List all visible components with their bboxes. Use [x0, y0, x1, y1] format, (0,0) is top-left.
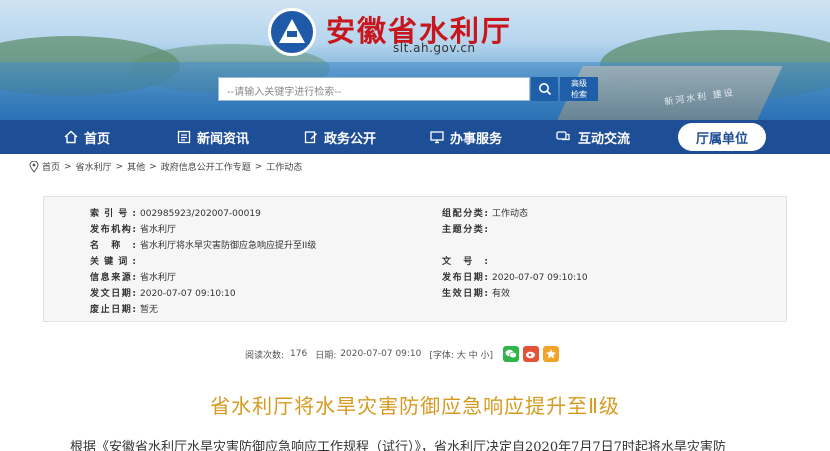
info-label: 发布机构: — [90, 225, 136, 235]
info-label: 生效日期: — [442, 289, 488, 299]
nav-item-label: 互动交流 — [578, 131, 631, 147]
info-label: 发布日期: — [442, 273, 488, 283]
monitor-icon — [430, 131, 444, 144]
info-row-category: 组配分类: 工作动态 — [442, 206, 528, 219]
nav-item-interaction[interactable]: 互动交流 — [556, 120, 630, 154]
info-label: 主题分类: — [442, 225, 488, 235]
nav-item-label: 新闻资讯 — [197, 131, 250, 147]
site-logo[interactable] — [268, 8, 316, 56]
breadcrumb-item-home[interactable]: 首页 — [42, 160, 60, 173]
search-icon — [538, 83, 551, 96]
weibo-icon — [526, 351, 536, 359]
info-row-keywords: 关键词: — [90, 254, 140, 267]
nav-item-gov-affairs[interactable]: 政务公开 — [304, 120, 376, 154]
views-label: 阅读次数: — [245, 350, 285, 361]
search-input[interactable]: --请输入关键字进行检索-- — [218, 77, 530, 101]
info-row-index-number: 索引号: 002985923/202007-00019 — [90, 206, 261, 219]
breadcrumb-item-current[interactable]: 工作动态 — [266, 160, 302, 173]
info-label: 文号: — [442, 257, 488, 267]
info-label: 关键词: — [90, 257, 136, 267]
breadcrumb-item[interactable]: 政府信息公开工作专题 — [161, 160, 251, 173]
edit-icon — [304, 131, 318, 144]
article-date: 2020-07-07 09:10 — [340, 349, 422, 359]
info-label: 名称: — [90, 241, 136, 251]
nav-item-label: 首页 — [84, 131, 111, 147]
info-value: 暂无 — [140, 305, 159, 315]
info-value: 有效 — [492, 289, 511, 299]
date-label: 日期: — [315, 350, 337, 361]
breadcrumb-separator: > — [254, 161, 263, 172]
info-value: 省水利厅 — [140, 225, 177, 235]
search-button[interactable] — [531, 77, 558, 101]
breadcrumb-separator: > — [64, 161, 72, 172]
breadcrumb-item[interactable]: 其他 — [127, 160, 145, 173]
nav-item-affiliated-units[interactable]: 厅属单位 — [678, 123, 766, 151]
wechat-share-button[interactable] — [503, 346, 520, 362]
info-value: 2020-07-07 09:10:10 — [140, 289, 236, 299]
nav-item-home[interactable]: 首页 — [64, 120, 110, 154]
breadcrumb: 首页 > 省水利厅 > 其他 > 政府信息公开工作专题 > 工作动态 — [29, 160, 302, 173]
article-meta: 阅读次数: 176 日期: 2020-07-07 09:10 [字体: 大 中 … — [245, 346, 560, 362]
nav-item-label: 厅属单位 — [695, 131, 748, 147]
info-label: 发文日期: — [90, 289, 136, 299]
info-label: 索引号: — [90, 209, 136, 219]
news-icon — [177, 130, 191, 144]
article-body: 根据《安徽省水利厅水旱灾害防御应急响应工作规程（试行）》，省水利厅决定自2020… — [70, 440, 726, 451]
info-value: 2020-07-07 09:10:10 — [492, 273, 588, 283]
logo-emblem-icon — [279, 19, 305, 45]
wechat-icon — [505, 349, 517, 359]
site-domain: slt.ah.gov.cn — [393, 41, 476, 55]
info-row-document-number: 文号: — [442, 254, 492, 267]
info-label: 组配分类: — [442, 209, 488, 219]
advanced-search-label: 高级检索 — [571, 79, 587, 99]
views-count: 176 — [290, 349, 308, 359]
advanced-search-button[interactable]: 高级检索 — [560, 77, 598, 101]
favorite-button[interactable] — [543, 346, 560, 362]
breadcrumb-separator: > — [115, 161, 124, 172]
font-size-switcher[interactable]: [字体: 大 中 小] — [429, 348, 493, 361]
info-row-repeal-date: 废止日期: 暂无 — [90, 302, 158, 315]
info-label: 信息来源: — [90, 273, 136, 283]
info-label: 废止日期: — [90, 305, 136, 315]
info-value: 省水利厅 — [140, 273, 177, 283]
document-info-box: 索引号: 002985923/202007-00019 发布机构: 省水利厅 名称:… — [43, 196, 787, 322]
article-title: 省水利厅将水旱灾害防御应急响应提升至Ⅱ级 — [210, 394, 620, 418]
breadcrumb-item[interactable]: 省水利厅 — [76, 160, 112, 173]
info-row-name: 名称: 省水利厅将水旱灾害防御应急响应提升至II级 — [90, 238, 316, 251]
star-icon — [546, 349, 557, 359]
info-value: 002985923/202007-00019 — [140, 209, 261, 219]
location-pin-icon — [29, 160, 39, 173]
info-value: 省水利厅将水旱灾害防御应急响应提升至II级 — [140, 241, 317, 251]
breadcrumb-separator: > — [149, 161, 157, 172]
weibo-share-button[interactable] — [523, 346, 540, 362]
info-row-source: 信息来源: 省水利厅 — [90, 270, 176, 283]
info-row-effective: 生效日期: 有效 — [442, 286, 510, 299]
nav-item-label: 办事服务 — [450, 131, 503, 147]
nav-item-news[interactable]: 新闻资讯 — [177, 120, 249, 154]
info-row-publish-date: 发布日期: 2020-07-07 09:10:10 — [442, 270, 588, 283]
info-row-publisher: 发布机构: 省水利厅 — [90, 222, 176, 235]
chat-icon — [556, 131, 570, 141]
nav-item-services[interactable]: 办事服务 — [430, 120, 502, 154]
info-row-topic: 主题分类: — [442, 222, 492, 235]
info-row-issue-date: 发文日期: 2020-07-07 09:10:10 — [90, 286, 236, 299]
home-icon — [64, 130, 78, 144]
info-value: 工作动态 — [492, 209, 529, 219]
nav-item-label: 政务公开 — [324, 131, 377, 147]
